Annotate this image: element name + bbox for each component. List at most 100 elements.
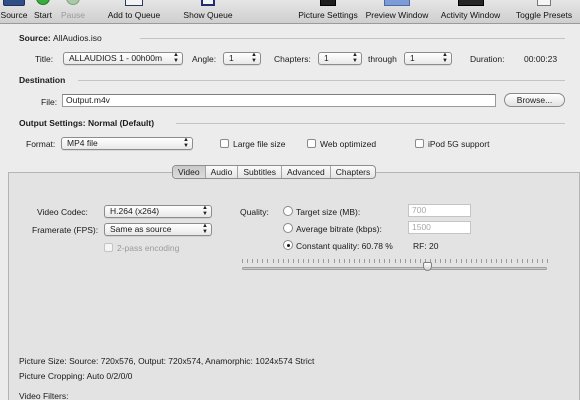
slider-tick [465, 259, 467, 263]
tab-bar: Video Audio Subtitles Advanced Chapters [172, 165, 377, 179]
file-label: File: [41, 97, 58, 107]
slider-tick [247, 259, 249, 263]
slider-tick [282, 259, 284, 263]
slider-tick [257, 259, 259, 263]
web-optimized-checkbox[interactable] [307, 139, 316, 148]
constant-quality-label: Constant quality: 60.78 % [296, 241, 393, 251]
slider-tick [404, 259, 406, 263]
tab-audio[interactable]: Audio [206, 166, 239, 178]
slider-tick [526, 259, 528, 263]
slider-tick [460, 259, 462, 263]
destination-heading: Destination [19, 75, 66, 85]
duration-value: 00:00:23 [524, 54, 558, 64]
web-optimized-label: Web optimized [320, 139, 377, 149]
source-name: AllAudios.iso [53, 33, 102, 43]
slider-tick [338, 259, 340, 263]
two-pass-checkbox[interactable] [104, 243, 113, 252]
angle-popup[interactable]: 1 ▲ ▼ [223, 52, 261, 65]
quality-slider-track[interactable] [242, 267, 547, 270]
quality-slider-thumb[interactable] [422, 262, 432, 271]
ipod-support-checkbox[interactable] [415, 139, 424, 148]
slider-tick [272, 259, 274, 263]
slider-tick [297, 259, 299, 263]
tab-advanced[interactable]: Advanced [282, 166, 331, 178]
ipod-support-label: iPod 5G support [428, 139, 490, 149]
activity-window-icon [457, 0, 484, 6]
format-label: Format: [26, 139, 56, 149]
slider-tick [440, 259, 442, 263]
slider-tick [252, 259, 254, 263]
tab-chapters[interactable]: Chapters [331, 166, 375, 178]
toggle-presets-button[interactable]: Toggle Presets [508, 0, 580, 24]
tab-subtitles[interactable]: Subtitles [238, 166, 282, 178]
chapters-to-popup[interactable]: 1 ▲ ▼ [404, 52, 452, 65]
slider-tick [364, 259, 365, 263]
target-size-input[interactable]: 700 [408, 204, 471, 217]
output-settings-heading: Output Settings: Normal (Default) [19, 118, 155, 128]
framerate-popup[interactable]: Same as source ▲ ▼ [104, 223, 212, 236]
slider-tick [531, 259, 533, 263]
slider-tick [292, 259, 294, 263]
slider-tick [475, 259, 477, 263]
average-bitrate-input[interactable]: 1500 [408, 221, 471, 234]
slider-tick [369, 259, 371, 263]
pause-button[interactable]: Pause [58, 0, 88, 24]
slider-tick [313, 259, 315, 263]
title-label: Title: [35, 54, 54, 64]
source-divider [140, 38, 565, 39]
video-codec-popup[interactable]: H.264 (x264) ▲ ▼ [104, 205, 212, 218]
framerate-label: Framerate (FPS): [32, 225, 99, 235]
slider-tick [445, 259, 447, 263]
large-file-size-label: Large file size [233, 139, 286, 149]
slider-tick [435, 259, 437, 263]
slider-tick [287, 259, 289, 263]
chapters-from-popup[interactable]: 1 ▲ ▼ [318, 52, 362, 65]
slider-tick [262, 259, 264, 263]
slider-tick [343, 259, 345, 263]
add-to-queue-button[interactable]: Add to Queue [88, 0, 180, 24]
preset-name: Normal (Default) [87, 118, 155, 128]
slider-tick [394, 259, 396, 263]
show-queue-button[interactable]: Show Queue [180, 0, 236, 24]
average-bitrate-radio[interactable] [283, 223, 293, 233]
slider-tick [547, 259, 548, 263]
popup-arrows-icon: ▲ ▼ [183, 137, 189, 149]
quality-slider-ticks [242, 259, 548, 264]
tab-video[interactable]: Video [173, 166, 206, 178]
add-queue-icon [125, 0, 143, 6]
rf-value: RF: 20 [413, 241, 439, 251]
slider-tick [491, 259, 493, 263]
constant-quality-radio[interactable] [283, 240, 293, 250]
average-bitrate-label: Average bitrate (kbps): [296, 224, 382, 234]
picture-settings-button[interactable]: Picture Settings [294, 0, 362, 24]
video-codec-label: Video Codec: [37, 207, 88, 217]
slider-tick [389, 259, 391, 263]
slider-tick [521, 259, 523, 263]
slider-tick [536, 259, 538, 263]
slider-tick [384, 259, 386, 263]
toggle-presets-icon [537, 0, 551, 6]
through-label: through [368, 54, 397, 64]
slider-tick [541, 259, 543, 263]
browse-button[interactable]: Browse... [504, 93, 565, 107]
source-button[interactable]: Source [0, 0, 28, 24]
preview-window-button[interactable]: Preview Window [362, 0, 432, 24]
slider-tick [242, 259, 243, 263]
activity-window-button[interactable]: Activity Window [435, 0, 506, 24]
start-button[interactable]: Start [28, 0, 58, 24]
slider-tick [277, 259, 279, 263]
pause-icon [66, 0, 80, 5]
slider-tick [374, 259, 376, 263]
popup-arrows-icon: ▲ ▼ [173, 52, 179, 64]
large-file-size-checkbox[interactable] [220, 139, 229, 148]
file-path-input[interactable]: Output.m4v [62, 94, 496, 107]
title-popup[interactable]: ALLAUDIOS 1 - 00h00m ▲ ▼ [63, 52, 183, 65]
slider-tick [455, 259, 457, 263]
target-size-radio[interactable] [283, 206, 293, 216]
popup-arrows-icon: ▲ ▼ [251, 52, 257, 64]
slider-tick [333, 259, 335, 263]
slider-tick [353, 259, 355, 263]
video-filters-text: Video Filters: [19, 391, 69, 400]
format-popup[interactable]: MP4 file ▲ ▼ [61, 137, 193, 150]
slider-tick [379, 259, 381, 263]
